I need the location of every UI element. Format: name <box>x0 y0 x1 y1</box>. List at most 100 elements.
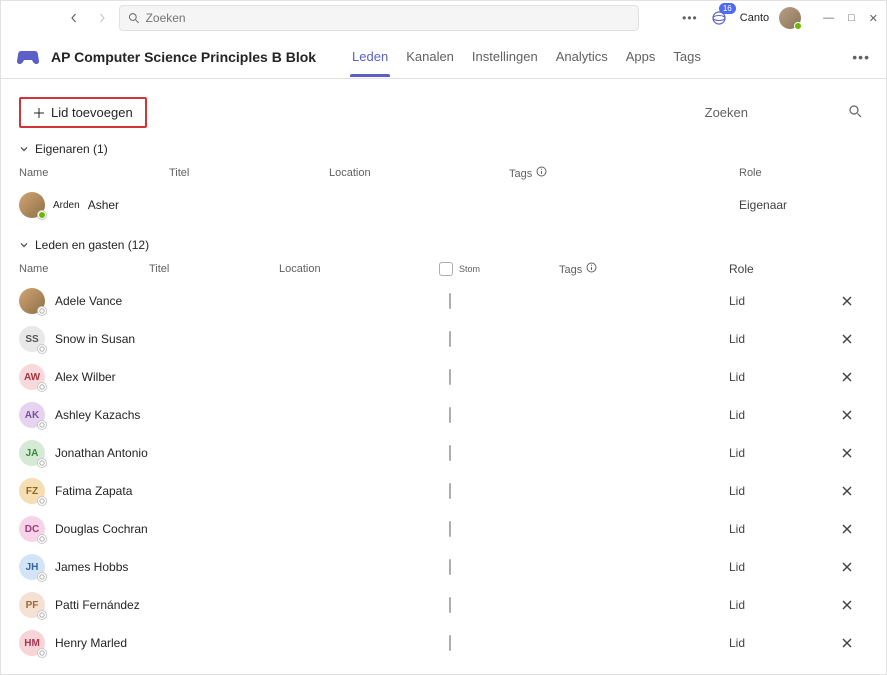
members-group-toggle[interactable]: Leden en gasten (12) <box>19 238 862 252</box>
member-name: Ashley Kazachs <box>55 408 140 422</box>
avatar <box>19 192 45 218</box>
col-role: Role <box>739 167 832 179</box>
remove-member-button[interactable] <box>832 523 862 535</box>
search-members-button[interactable] <box>848 104 862 121</box>
col-role: Role <box>689 262 832 276</box>
mute-checkbox[interactable] <box>449 597 451 613</box>
members-group-label: Leden en gasten (12) <box>35 238 149 252</box>
window-controls: — □ ✕ <box>823 12 878 25</box>
member-role: Lid <box>689 636 832 650</box>
close-icon <box>841 599 853 611</box>
remove-member-button[interactable] <box>832 295 862 307</box>
team-icon <box>17 46 39 68</box>
mute-checkbox[interactable] <box>449 445 451 461</box>
remove-member-button[interactable] <box>832 637 862 649</box>
tab-channels[interactable]: Kanalen <box>404 37 456 76</box>
member-role: Lid <box>689 484 832 498</box>
members-columns: Name Titel Location Stom Tags Role <box>19 252 862 282</box>
notification-badge: 16 <box>719 3 736 14</box>
activity-button[interactable]: 16 <box>708 7 730 29</box>
info-icon <box>536 166 547 177</box>
close-icon <box>841 371 853 383</box>
remove-member-button[interactable] <box>832 599 862 611</box>
member-row: DC Douglas Cochran Lid <box>19 510 862 548</box>
plus-icon <box>33 107 45 119</box>
avatar: SS <box>19 326 45 352</box>
owners-group-label: Eigenaren (1) <box>35 142 108 156</box>
chevron-down-icon <box>19 144 29 154</box>
member-name: Snow in Susan <box>55 332 135 346</box>
owner-row: Arden Asher Eigenaar <box>19 186 862 224</box>
mute-checkbox[interactable] <box>449 483 451 499</box>
member-role: Lid <box>689 408 832 422</box>
mute-checkbox[interactable] <box>449 369 451 385</box>
member-row: AW Alex Wilber Lid <box>19 358 862 396</box>
close-icon <box>841 409 853 421</box>
team-more-button[interactable]: ••• <box>852 49 870 65</box>
maximize-button[interactable]: □ <box>848 12 855 25</box>
mute-checkbox[interactable] <box>449 293 451 309</box>
member-row: HM Henry Marled Lid <box>19 624 862 662</box>
search-members-label: Zoeken <box>705 105 748 120</box>
col-name: Name <box>19 263 149 275</box>
owners-group-toggle[interactable]: Eigenaren (1) <box>19 142 862 156</box>
avatar: AK <box>19 402 45 428</box>
col-location: Location <box>279 263 439 275</box>
member-name: Jonathan Antonio <box>55 446 148 460</box>
nav-back-button[interactable] <box>63 7 85 29</box>
member-row: JH James Hobbs Lid <box>19 548 862 586</box>
presence-offline-icon <box>37 306 47 316</box>
owner-last: Asher <box>88 198 119 212</box>
remove-member-button[interactable] <box>832 561 862 573</box>
close-icon <box>841 295 853 307</box>
org-label: Canto <box>740 12 769 24</box>
nav-forward-button[interactable] <box>91 7 113 29</box>
member-name: Alex Wilber <box>55 370 116 384</box>
more-options-button[interactable]: ••• <box>682 11 698 25</box>
avatar: JA <box>19 440 45 466</box>
gamepad-icon <box>17 49 39 65</box>
tab-members[interactable]: Leden <box>350 37 390 76</box>
presence-offline-icon <box>37 496 47 506</box>
remove-member-button[interactable] <box>832 371 862 383</box>
member-name: James Hobbs <box>55 560 128 574</box>
close-icon <box>841 561 853 573</box>
tab-analytics[interactable]: Analytics <box>554 37 610 76</box>
col-location: Location <box>329 167 509 179</box>
member-name: Adele Vance <box>55 294 122 308</box>
col-tags: Tags <box>559 262 689 276</box>
global-search[interactable] <box>119 5 639 31</box>
avatar: AW <box>19 364 45 390</box>
add-member-button[interactable]: Lid toevoegen <box>19 97 147 128</box>
remove-member-button[interactable] <box>832 409 862 421</box>
member-row: PF Patti Fernández Lid <box>19 586 862 624</box>
global-search-input[interactable] <box>146 11 630 25</box>
mute-checkbox[interactable] <box>449 521 451 537</box>
mute-checkbox[interactable] <box>449 331 451 347</box>
col-title: Titel <box>149 263 279 275</box>
tab-settings[interactable]: Instellingen <box>470 37 540 76</box>
close-icon <box>841 447 853 459</box>
remove-member-button[interactable] <box>832 485 862 497</box>
mute-checkbox[interactable] <box>449 559 451 575</box>
close-icon <box>841 333 853 345</box>
user-avatar[interactable] <box>779 7 801 29</box>
presence-offline-icon <box>37 420 47 430</box>
member-role: Lid <box>689 598 832 612</box>
member-row: Adele Vance Lid <box>19 282 862 320</box>
minimize-button[interactable]: — <box>823 12 834 25</box>
remove-member-button[interactable] <box>832 333 862 345</box>
close-window-button[interactable]: ✕ <box>869 12 878 25</box>
presence-offline-icon <box>37 344 47 354</box>
member-row: AK Ashley Kazachs Lid <box>19 396 862 434</box>
member-role: Lid <box>689 522 832 536</box>
remove-member-button[interactable] <box>832 447 862 459</box>
member-row: SS Snow in Susan Lid <box>19 320 862 358</box>
mute-checkbox[interactable] <box>449 407 451 423</box>
tab-tags[interactable]: Tags <box>671 37 702 76</box>
tabs: Leden Kanalen Instellingen Analytics App… <box>350 37 703 76</box>
content-area: Lid toevoegen Zoeken Eigenaren (1) Name … <box>1 79 886 674</box>
mute-checkbox[interactable] <box>449 635 451 651</box>
tab-apps[interactable]: Apps <box>624 37 658 76</box>
presence-offline-icon <box>37 458 47 468</box>
